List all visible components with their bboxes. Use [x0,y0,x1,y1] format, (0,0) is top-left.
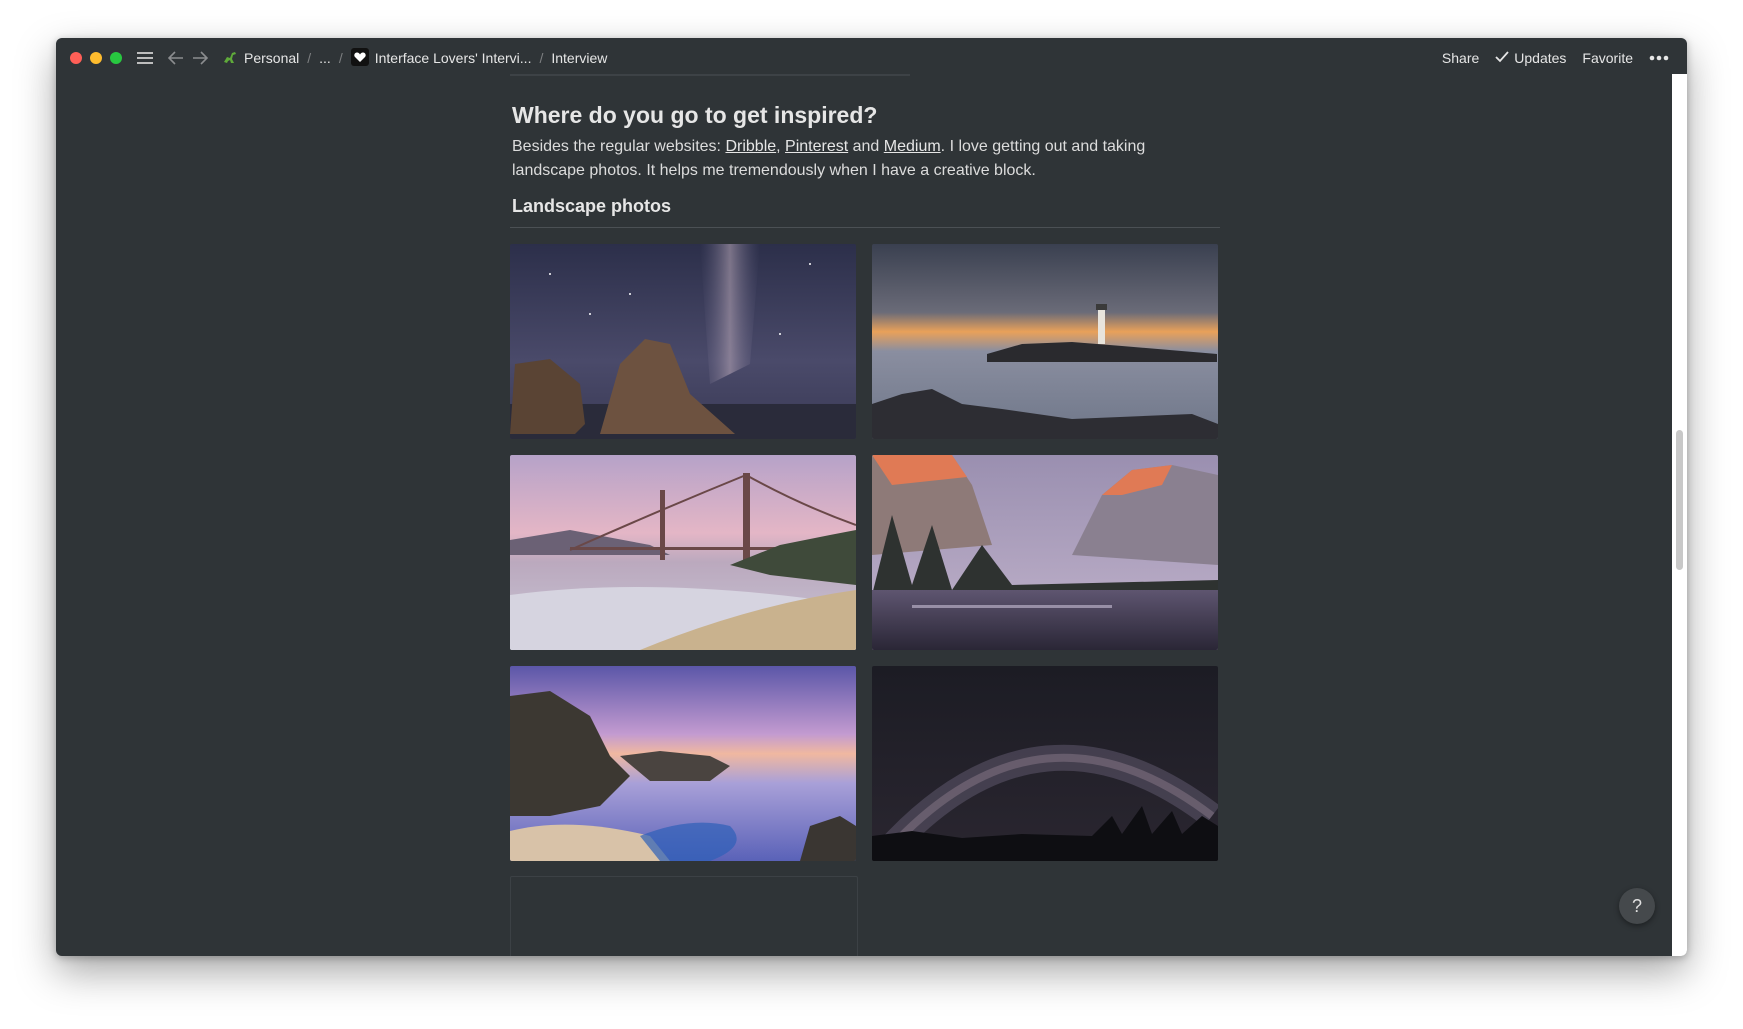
photo-milky-way-arch-night[interactable] [872,666,1218,861]
section-divider [510,227,1220,228]
breadcrumb-separator: / [539,50,544,66]
breadcrumb-interface-lovers[interactable]: Interface Lovers' Intervi... [350,47,531,69]
close-window-button[interactable] [70,52,82,64]
scrollbar-thumb[interactable] [1676,430,1683,570]
share-button[interactable]: Share [1442,50,1479,66]
breadcrumb-separator: / [338,50,343,66]
checkmark-icon [1495,50,1509,66]
app-window: Personal / ... / Interface Lovers' Inter… [56,38,1687,956]
breadcrumb-separator: / [307,50,312,66]
photo-placeholder[interactable] [510,876,858,956]
back-arrow-icon[interactable] [168,51,184,65]
landscape-photos-heading[interactable]: Landscape photos [512,196,671,217]
minimize-window-button[interactable] [90,52,102,64]
breadcrumb: Personal / ... / Interface Lovers' Inter… [222,47,607,69]
photo-golden-gate-bridge-beach[interactable] [510,455,856,650]
breadcrumb-personal[interactable]: Personal [222,49,299,68]
photo-milky-way-sea-stacks[interactable] [510,244,856,439]
medium-link[interactable]: Medium [884,138,941,155]
photo-big-sur-waterfall-cove[interactable] [510,666,856,861]
dinosaur-icon [222,49,238,68]
more-options-icon[interactable] [1649,55,1669,61]
photo-yosemite-valley-reflection[interactable] [872,455,1218,650]
dribble-link[interactable]: Dribble [725,138,776,155]
heart-icon [350,47,369,69]
window-controls [70,52,122,64]
title-bar: Personal / ... / Interface Lovers' Inter… [56,38,1687,78]
help-button[interactable]: ? [1619,888,1655,924]
sidebar-menu-icon[interactable] [136,51,154,65]
zoom-window-button[interactable] [110,52,122,64]
inspiration-paragraph[interactable]: Besides the regular websites: Dribble, P… [512,135,1218,183]
vertical-scrollbar[interactable] [1672,74,1687,956]
breadcrumb-interview[interactable]: Interview [551,50,607,66]
pinterest-link[interactable]: Pinterest [785,138,848,155]
header-divider [510,74,910,76]
favorite-button[interactable]: Favorite [1582,50,1633,66]
breadcrumb-ellipsis[interactable]: ... [319,50,331,66]
page-heading[interactable]: Where do you go to get inspired? [512,100,877,130]
updates-button[interactable]: Updates [1495,50,1566,66]
forward-arrow-icon[interactable] [192,51,208,65]
photo-lighthouse-sunset[interactable] [872,244,1218,439]
topbar-actions: Share Updates Favorite [1442,50,1669,66]
